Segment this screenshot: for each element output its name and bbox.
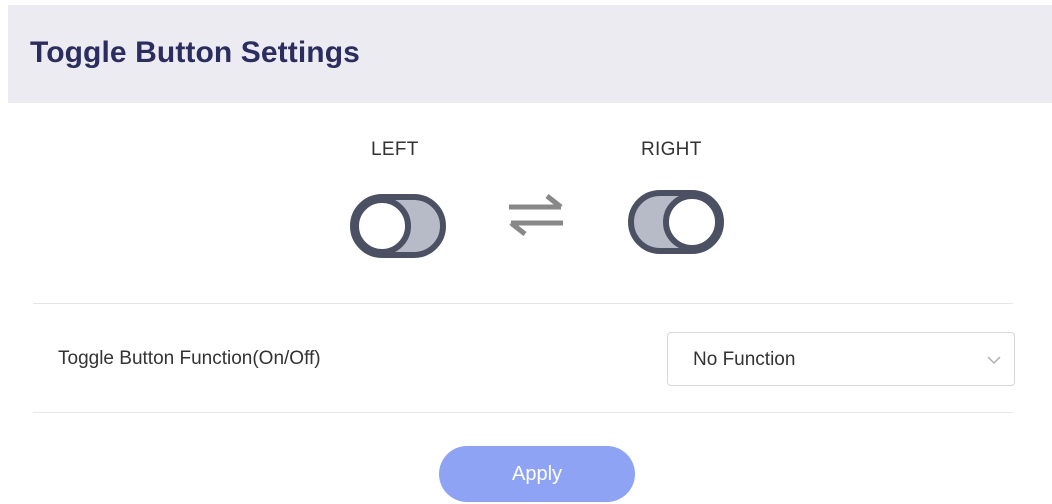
- toggle-off-icon: [350, 194, 446, 263]
- toggle-function-label: Toggle Button Function(On/Off): [58, 348, 321, 369]
- swap-arrows-icon: [505, 193, 567, 242]
- toggle-on-icon: [628, 190, 724, 259]
- toggle-function-select[interactable]: No Function: [667, 332, 1015, 386]
- selected-function-value: No Function: [693, 349, 796, 370]
- page-title: Toggle Button Settings: [30, 36, 360, 69]
- apply-button[interactable]: Apply: [439, 446, 635, 502]
- chevron-down-icon: [986, 353, 1002, 371]
- divider: [33, 412, 1013, 413]
- left-toggle-label: LEFT: [371, 139, 419, 160]
- divider: [33, 303, 1013, 304]
- header-bar: Toggle Button Settings: [8, 5, 1052, 103]
- right-toggle-label: RIGHT: [641, 139, 702, 160]
- toggle-settings-page: Toggle Button Settings LEFT RIGHT Toggle…: [0, 0, 1052, 504]
